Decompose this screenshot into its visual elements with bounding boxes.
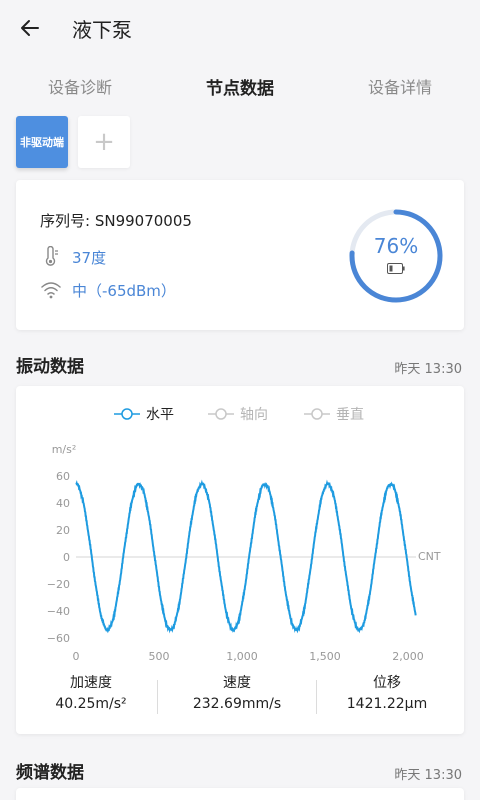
y-tick-label: 20	[56, 524, 70, 537]
y-tick-label: −20	[47, 578, 70, 591]
stat-label: 位移	[373, 675, 401, 691]
signal-row: 中（-65dBm）	[40, 279, 176, 301]
x-tick-label: 0	[73, 650, 80, 663]
x-tick-label: 1,000	[226, 650, 258, 663]
spectrum-timestamp: 昨天 13:30	[394, 768, 462, 783]
temperature-row: 37度	[40, 246, 106, 268]
stat-value: 1421.22μm	[346, 696, 428, 712]
thermometer-icon	[45, 246, 58, 266]
x-axis-label: CNT	[418, 550, 441, 563]
signal-value: 中（-65dBm）	[72, 281, 176, 300]
app-header: 液下泵	[0, 0, 480, 56]
legend-label-vertical: 垂直	[336, 407, 364, 423]
x-tick-label: 500	[149, 650, 170, 663]
legend-item-horizontal[interactable]: 水平	[114, 404, 174, 424]
stat-label: 速度	[223, 675, 251, 691]
legend-line-marker-icon	[114, 408, 140, 420]
battery-percent: 76%	[373, 234, 419, 258]
page-title: 液下泵	[72, 18, 132, 42]
back-arrow-icon[interactable]	[16, 14, 44, 42]
vibration-stats: 加速度 40.25m/s² 速度 232.69mm/s 位移 1421.22μm	[16, 672, 464, 720]
vibration-chart-card: 水平 轴向 垂直 m/s² CNT 60 40 20 0 −20 −40 −60 0 500 1…	[16, 386, 464, 734]
stat-velocity: 速度 232.69mm/s	[162, 672, 312, 712]
divider	[157, 680, 158, 714]
tab-device-diagnosis[interactable]: 设备诊断	[0, 74, 160, 98]
legend-line-marker-icon	[304, 408, 330, 420]
y-tick-label: −40	[47, 605, 70, 618]
y-tick-label: 0	[63, 551, 70, 564]
vibration-section-title: 振动数据	[16, 357, 84, 377]
serial-number: 序列号: SN99070005	[40, 212, 192, 230]
battery-icon	[387, 263, 405, 274]
legend-item-axial[interactable]: 轴向	[208, 404, 268, 424]
stat-value: 40.25m/s²	[55, 696, 127, 712]
temperature-value: 37度	[72, 248, 107, 267]
spectrum-chart-card	[16, 788, 464, 800]
tab-node-data[interactable]: 节点数据	[160, 74, 320, 99]
legend-label-horizontal: 水平	[146, 407, 174, 423]
y-tick-label: 40	[56, 497, 70, 510]
vibration-waveform-chart: m/s² CNT 60 40 20 0 −20 −40 −60 0 500 1,000 1,500…	[47, 443, 441, 663]
legend-line-marker-icon	[208, 408, 234, 420]
stat-acceleration: 加速度 40.25m/s²	[16, 672, 166, 712]
legend-label-axial: 轴向	[240, 407, 268, 423]
vibration-timestamp: 昨天 13:30	[394, 362, 462, 377]
x-tick-label: 1,500	[309, 650, 341, 663]
x-tick-label: 2,000	[392, 650, 424, 663]
legend-item-vertical[interactable]: 垂直	[304, 404, 364, 424]
device-info-card: 序列号: SN99070005 37度 中（-65dBm） 76%	[16, 180, 464, 330]
stat-displacement: 位移 1421.22μm	[312, 672, 462, 712]
spectrum-section-title: 频谱数据	[16, 763, 84, 783]
y-tick-label: −60	[47, 632, 70, 645]
stat-value: 232.69mm/s	[192, 696, 282, 712]
y-axis-label: m/s²	[52, 443, 77, 456]
stat-label: 加速度	[70, 675, 112, 691]
add-node-button[interactable]: +	[78, 116, 130, 168]
tab-bar: 设备诊断 节点数据 设备详情	[0, 66, 480, 102]
battery-gauge: 76%	[348, 208, 444, 304]
y-tick-label: 60	[56, 470, 70, 483]
chart-legend: 水平 轴向 垂直	[16, 404, 464, 426]
tab-device-details[interactable]: 设备详情	[320, 74, 480, 98]
node-button-non-drive-end[interactable]: 非驱动端	[16, 116, 68, 168]
wifi-icon	[41, 282, 61, 299]
